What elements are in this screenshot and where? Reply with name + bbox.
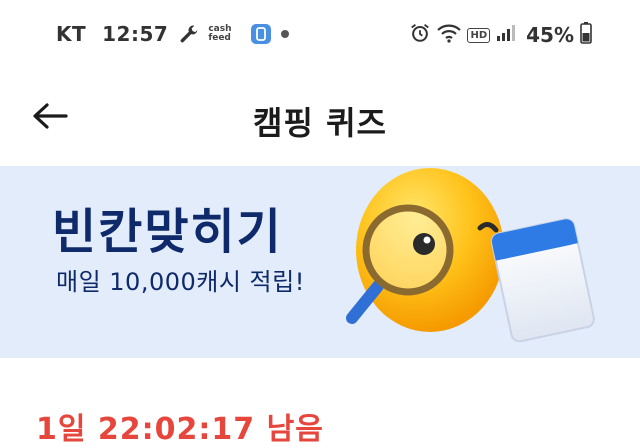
clock: 12:57 bbox=[102, 22, 169, 46]
banner-title: 빈칸맞히기 bbox=[52, 204, 283, 260]
page-title: 캠핑 퀴즈 bbox=[253, 104, 387, 142]
app-bar: 캠핑 퀴즈 bbox=[0, 72, 640, 164]
banner-illustration bbox=[330, 166, 620, 358]
countdown-timer: 1일 22:02:17 남음 bbox=[36, 412, 324, 447]
battery-icon bbox=[580, 22, 592, 48]
signal-icon bbox=[496, 24, 516, 46]
more-notifications-dot-icon bbox=[280, 29, 290, 39]
status-left: KT 12:57 cash feed bbox=[56, 22, 298, 46]
calendar-card-icon bbox=[490, 218, 595, 343]
status-right: HD 45% bbox=[409, 22, 592, 48]
cashfeed-icon: cash feed bbox=[208, 24, 232, 43]
wifi-icon bbox=[437, 23, 462, 47]
battery-percent: 45% bbox=[526, 23, 574, 47]
alarm-icon bbox=[409, 22, 431, 48]
app-notification-icon bbox=[250, 23, 272, 45]
hd-voice-badge: HD bbox=[467, 27, 491, 43]
carrier-label: KT bbox=[56, 22, 87, 46]
banner-subtitle: 매일 10,000캐시 적립! bbox=[56, 268, 305, 296]
wrench-icon bbox=[178, 23, 200, 45]
status-bar: KT 12:57 cash feed HD 45% bbox=[0, 0, 640, 72]
quiz-banner[interactable]: 빈칸맞히기 매일 10,000캐시 적립! bbox=[0, 166, 640, 358]
